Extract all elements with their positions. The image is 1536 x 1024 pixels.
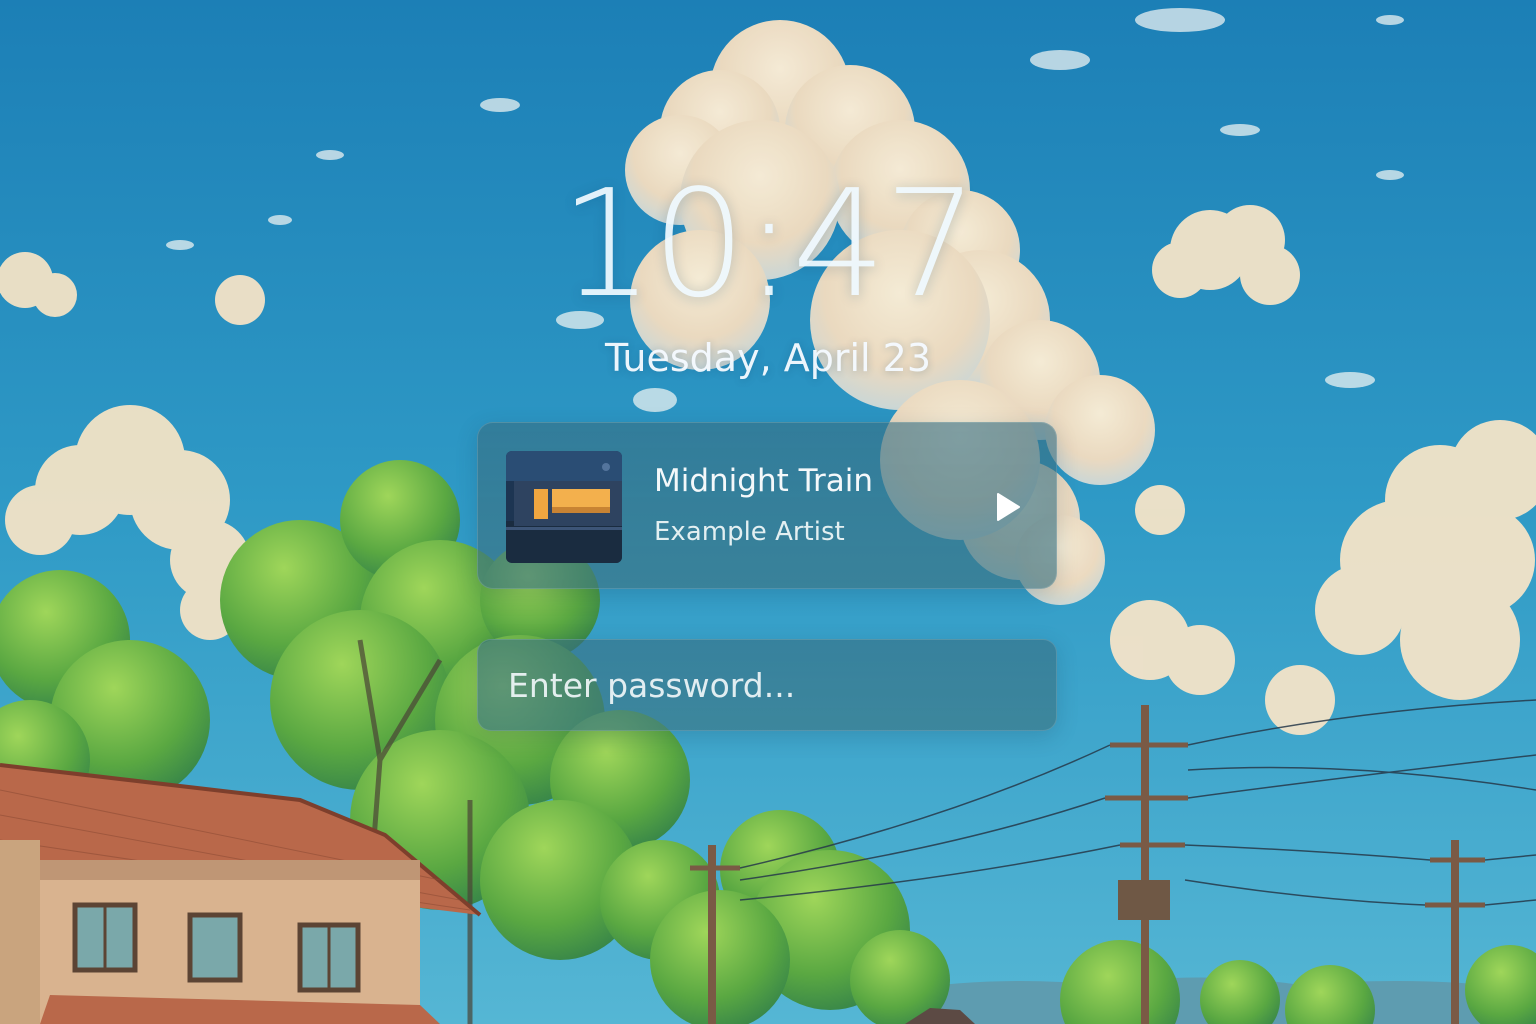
play-button[interactable] xyxy=(988,487,1028,527)
now-playing-card[interactable]: Midnight Train Example Artist xyxy=(477,422,1057,589)
lock-date: Tuesday, April 23 xyxy=(604,336,932,380)
play-icon xyxy=(997,493,1020,521)
track-artist: Example Artist xyxy=(654,517,845,547)
track-title: Midnight Train xyxy=(654,463,874,499)
password-field-container[interactable] xyxy=(477,639,1057,731)
lock-clock: 10:47 xyxy=(559,158,979,330)
album-art xyxy=(506,451,622,563)
password-input[interactable] xyxy=(478,640,1056,730)
